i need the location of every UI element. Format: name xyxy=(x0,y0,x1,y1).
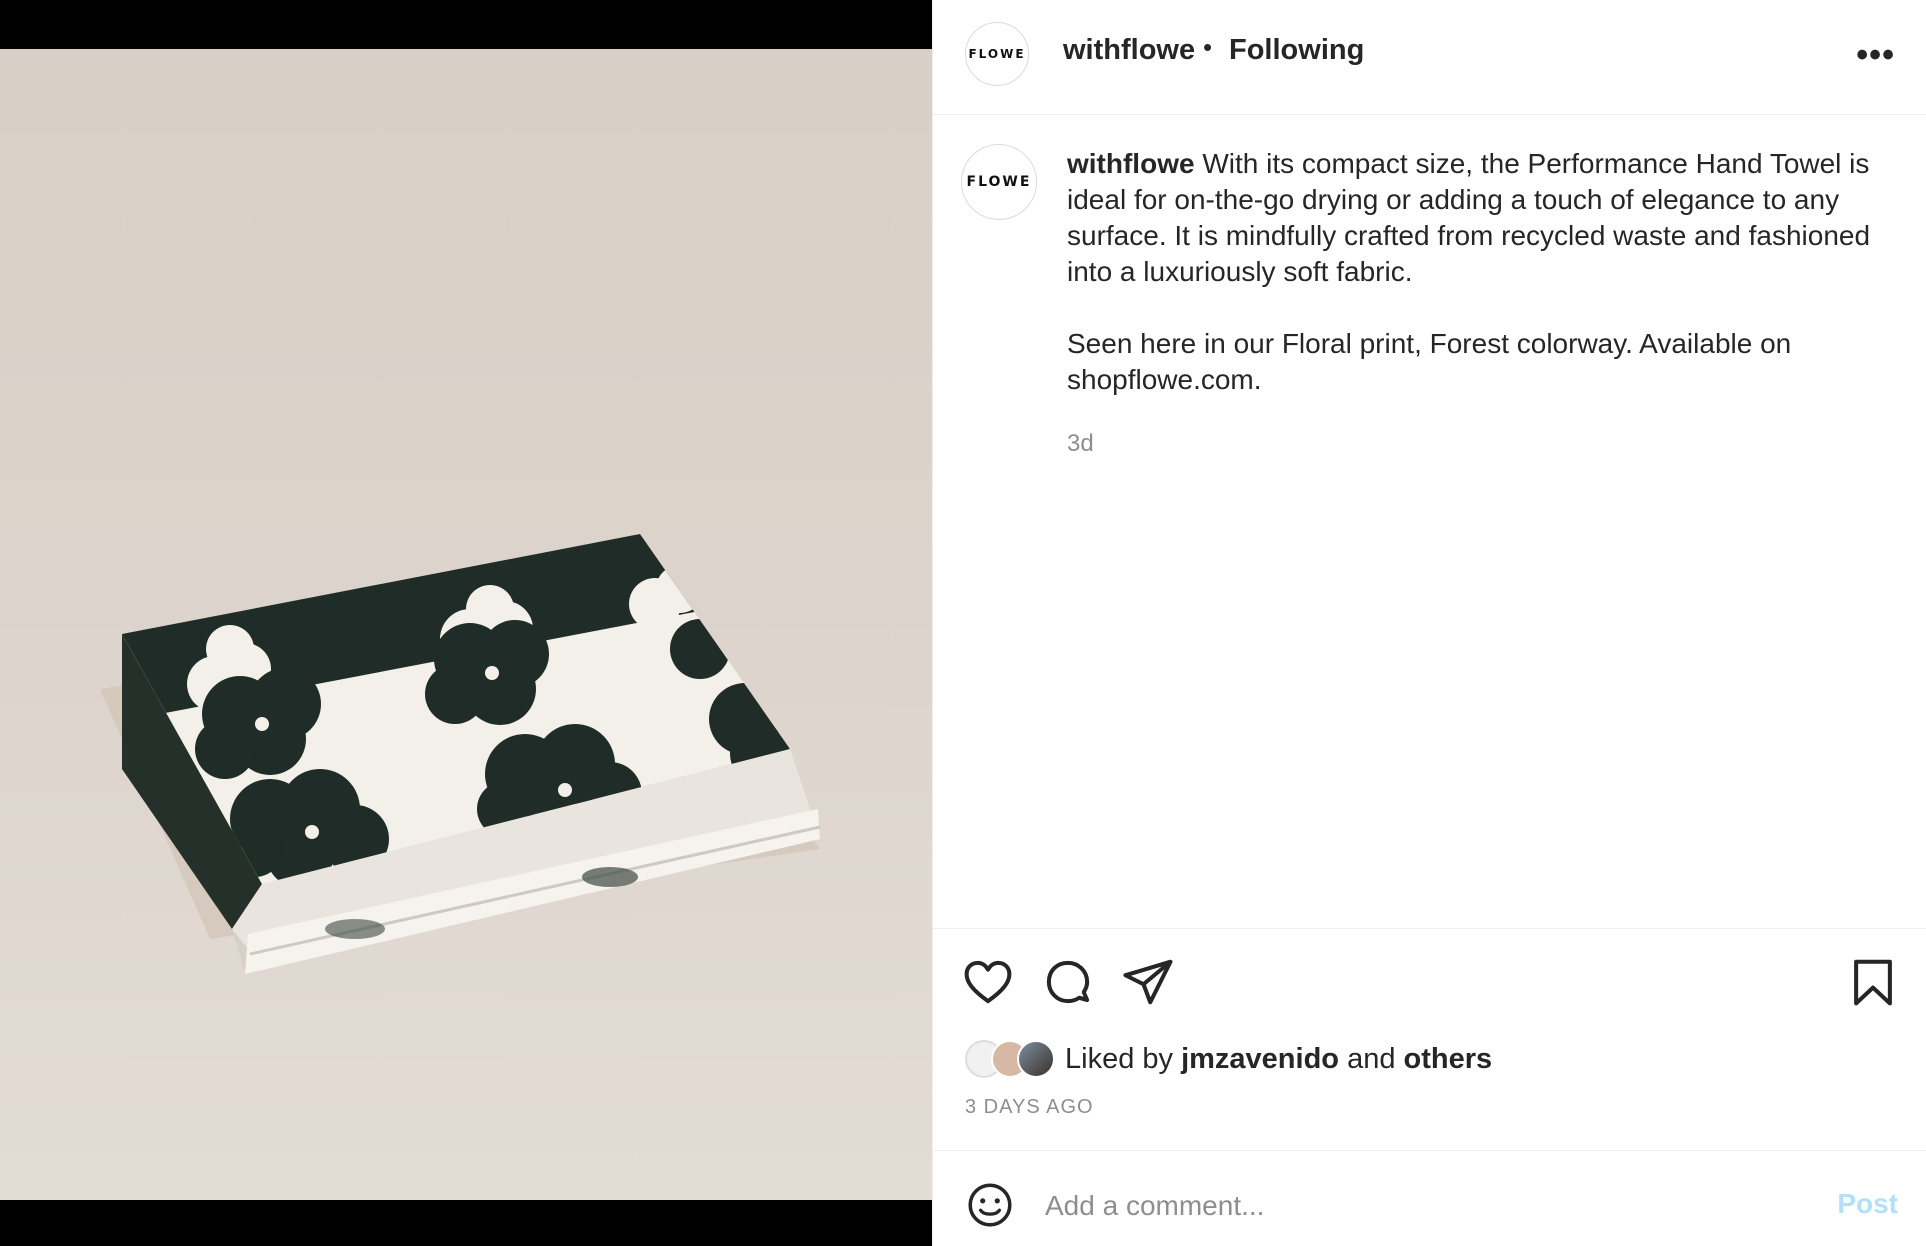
caption-section: FLOWE withflowe With its compact size, t… xyxy=(933,116,1926,928)
caption-author-avatar[interactable]: FLOWE xyxy=(961,144,1037,220)
paper-plane-icon[interactable] xyxy=(1121,955,1175,1009)
separator-dot: • xyxy=(1203,32,1213,62)
avatar-logo-text: FLOWE xyxy=(968,47,1026,61)
post-photo xyxy=(0,49,932,1200)
liker-avatar[interactable] xyxy=(1017,1040,1055,1078)
emoji-smiley-icon[interactable] xyxy=(965,1180,1015,1230)
post-details-panel: FLOWE withflowe • Following ••• FLOWE wi… xyxy=(932,0,1926,1246)
caption-username[interactable]: withflowe xyxy=(1067,148,1195,179)
liker-username[interactable]: jmzavenido xyxy=(1181,1043,1339,1075)
instagram-post-modal: FLOWE withflowe • Following ••• FLOWE wi… xyxy=(0,0,1926,1246)
caption-paragraph-2: Seen here in our Floral print, Forest co… xyxy=(1067,328,1792,395)
caption-text: withflowe With its compact size, the Per… xyxy=(1067,146,1897,434)
bookmark-icon[interactable] xyxy=(1846,955,1900,1009)
likes-summary: Liked by jmzavenido and others xyxy=(965,1038,1492,1080)
likes-prefix: Liked by xyxy=(1065,1042,1174,1075)
divider xyxy=(933,1150,1926,1151)
folded-towel-illustration xyxy=(100,534,821,974)
likes-connector: and xyxy=(1347,1042,1396,1075)
avatar-logo-text: FLOWE xyxy=(966,174,1032,190)
post-date[interactable]: 3 DAYS AGO xyxy=(965,1096,1094,1119)
comment-bubble-icon[interactable] xyxy=(1041,955,1095,1009)
post-media[interactable] xyxy=(0,0,932,1246)
divider xyxy=(933,928,1926,929)
following-button[interactable]: Following xyxy=(1229,34,1364,67)
post-header: FLOWE withflowe • Following ••• xyxy=(933,0,1926,115)
comment-input[interactable] xyxy=(1045,1186,1745,1226)
author-username[interactable]: withflowe xyxy=(1063,34,1195,67)
author-avatar[interactable]: FLOWE xyxy=(965,22,1029,86)
others-link[interactable]: others xyxy=(1404,1043,1493,1075)
likes-text: Liked by jmzavenido and others xyxy=(1065,1043,1492,1076)
caption-timestamp[interactable]: 3d xyxy=(1067,430,1094,458)
more-options-icon[interactable]: ••• xyxy=(1856,36,1895,75)
heart-icon[interactable] xyxy=(961,955,1015,1009)
post-comment-button[interactable]: Post xyxy=(1837,1188,1898,1220)
